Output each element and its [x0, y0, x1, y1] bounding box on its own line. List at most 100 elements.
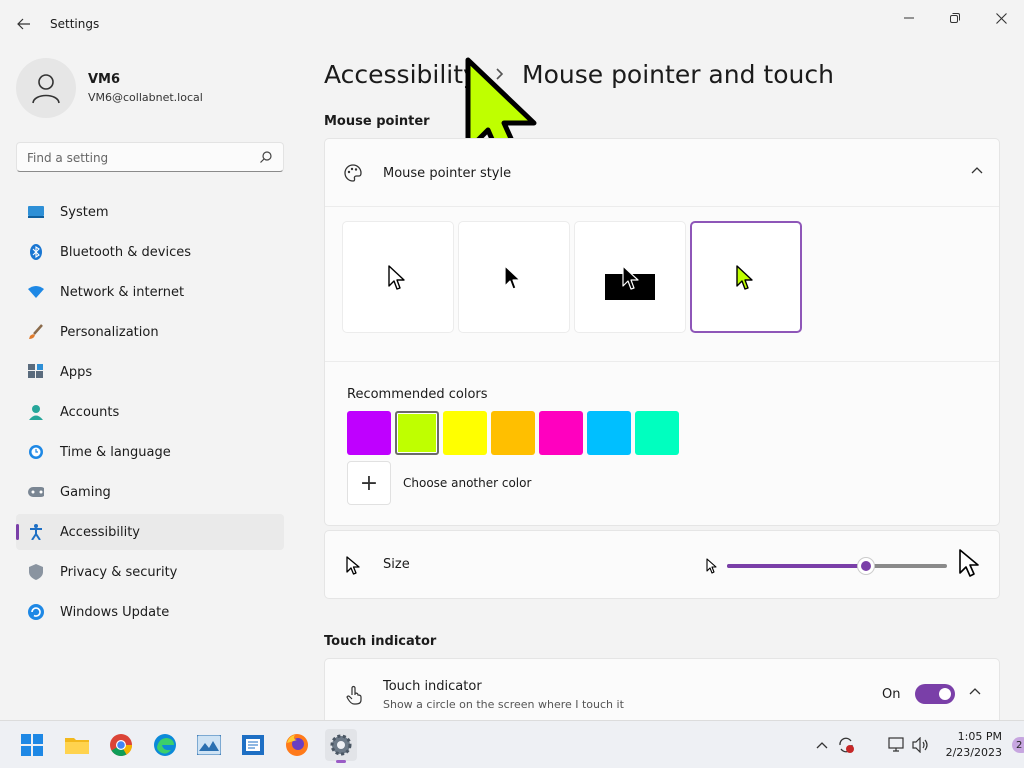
accessibility-icon: [28, 524, 44, 540]
sidebar-item-gaming[interactable]: Gaming: [16, 474, 284, 510]
taskbar: 1:05 PM 2/23/2023 2: [0, 720, 1024, 768]
sidebar-nav: System Bluetooth & devices Network & int…: [16, 194, 284, 634]
taskbar-edge[interactable]: [149, 729, 181, 761]
mouse-pointer-section-title: Mouse pointer: [324, 114, 430, 129]
start-button[interactable]: [16, 729, 48, 761]
page-title: Mouse pointer and touch: [522, 60, 834, 89]
start-icon: [21, 734, 43, 756]
apps-icon: [28, 364, 44, 380]
sidebar-item-accessibility[interactable]: Accessibility: [16, 514, 284, 550]
accounts-icon: [28, 404, 44, 420]
chrome-icon: [110, 734, 132, 756]
color-swatch-teal[interactable]: [635, 411, 679, 455]
pointer-style-inverted[interactable]: [574, 221, 686, 333]
mouse-pointer-style-header[interactable]: Mouse pointer style: [325, 139, 999, 207]
search-input[interactable]: Find a setting: [16, 142, 284, 172]
taskbar-file-explorer[interactable]: [61, 729, 93, 761]
color-swatch-pink[interactable]: [539, 411, 583, 455]
white-cursor-icon: [388, 265, 405, 290]
sidebar-item-network[interactable]: Network & internet: [16, 274, 284, 310]
choose-another-color-label[interactable]: Choose another color: [403, 476, 531, 490]
gamepad-icon: [28, 484, 44, 500]
back-button[interactable]: [12, 12, 36, 36]
sync-error-icon: [839, 737, 854, 753]
profile-email: VM6@collabnet.local: [88, 91, 203, 104]
file-explorer-icon: [65, 738, 89, 754]
large-cursor-icon: [959, 549, 979, 577]
breadcrumb-parent[interactable]: Accessibility: [324, 60, 478, 89]
sidebar-item-time[interactable]: Time & language: [16, 434, 284, 470]
clock-icon: [28, 444, 44, 460]
chevron-up-icon: [971, 167, 983, 174]
taskbar-clock[interactable]: 1:05 PM 2/23/2023: [938, 729, 1002, 761]
pointer-style-white[interactable]: [342, 221, 454, 333]
size-slider[interactable]: [727, 557, 947, 575]
sidebar-item-accounts[interactable]: Accounts: [16, 394, 284, 430]
tray-volume[interactable]: [911, 735, 931, 755]
sidebar-item-windows-update[interactable]: Windows Update: [16, 594, 284, 630]
volume-icon: [912, 737, 928, 753]
divider: [325, 361, 999, 362]
color-swatch-purple[interactable]: [347, 411, 391, 455]
restore-icon: [950, 13, 960, 23]
title-bar: Settings: [0, 0, 1024, 44]
notification-badge[interactable]: 2: [1012, 737, 1024, 753]
sidebar-item-personalization[interactable]: Personalization: [16, 314, 284, 350]
tray-network[interactable]: [887, 735, 907, 755]
update-icon: [28, 604, 44, 620]
choose-another-color-button[interactable]: +: [347, 461, 391, 505]
brush-icon: [28, 324, 44, 340]
color-swatch-blue[interactable]: [587, 411, 631, 455]
color-swatch-orange[interactable]: [491, 411, 535, 455]
pointer-style-black[interactable]: [458, 221, 570, 333]
app-title: Settings: [50, 17, 100, 31]
avatar: [16, 58, 76, 118]
sidebar-item-bluetooth[interactable]: Bluetooth & devices: [16, 234, 284, 270]
close-button[interactable]: [984, 8, 1018, 28]
clock-date: 2/23/2023: [945, 746, 1002, 759]
chevron-up-icon: [816, 742, 828, 749]
clock-time: 1:05 PM: [957, 730, 1002, 743]
system-icon: [28, 204, 44, 220]
color-swatch-lime[interactable]: [395, 411, 439, 455]
touch-indicator-toggle[interactable]: [915, 684, 955, 704]
small-cursor-icon: [706, 558, 717, 574]
touch-indicator-section-title: Touch indicator: [324, 634, 437, 649]
tray-sync-status[interactable]: [836, 735, 856, 755]
cursor-size-icon: [346, 556, 360, 575]
pointer-style-custom[interactable]: [690, 221, 802, 333]
touch-toggle-state: On: [882, 687, 901, 702]
minimize-button[interactable]: [892, 8, 926, 28]
inverted-cursor-icon: [605, 265, 655, 300]
taskbar-photos[interactable]: [193, 729, 225, 761]
color-swatch-yellow[interactable]: [443, 411, 487, 455]
plus-icon: +: [359, 470, 379, 496]
taskbar-notepad[interactable]: [237, 729, 269, 761]
taskbar-chrome[interactable]: [105, 729, 137, 761]
taskbar-settings[interactable]: [325, 729, 357, 763]
sidebar-item-apps[interactable]: Apps: [16, 354, 284, 390]
back-arrow-icon: [17, 18, 30, 30]
mouse-pointer-style-card: Mouse pointer style Recommended colors +…: [324, 138, 1000, 526]
size-slider-thumb[interactable]: [856, 557, 875, 575]
taskbar-firefox[interactable]: [281, 729, 313, 761]
sidebar-item-privacy[interactable]: Privacy & security: [16, 554, 284, 590]
user-profile[interactable]: VM6 VM6@collabnet.local: [16, 58, 286, 118]
custom-color-cursor-icon: [736, 265, 753, 290]
sidebar-item-system[interactable]: System: [16, 194, 284, 230]
close-icon: [995, 12, 1007, 24]
size-card: Size: [324, 530, 1000, 599]
firefox-icon: [286, 734, 308, 756]
shield-icon: [28, 564, 44, 580]
chevron-up-icon[interactable]: [969, 687, 981, 695]
notepad-icon: [242, 735, 264, 755]
maximize-button[interactable]: [938, 8, 972, 28]
touch-indicator-description: Show a circle on the screen where I touc…: [383, 698, 624, 711]
bluetooth-icon: [28, 244, 44, 260]
touch-indicator-card: Touch indicator Show a circle on the scr…: [324, 658, 1000, 728]
size-label: Size: [383, 557, 410, 572]
settings-icon: [330, 734, 352, 756]
edge-icon: [154, 734, 176, 756]
tray-overflow-button[interactable]: [812, 735, 832, 755]
photos-icon: [197, 735, 221, 755]
